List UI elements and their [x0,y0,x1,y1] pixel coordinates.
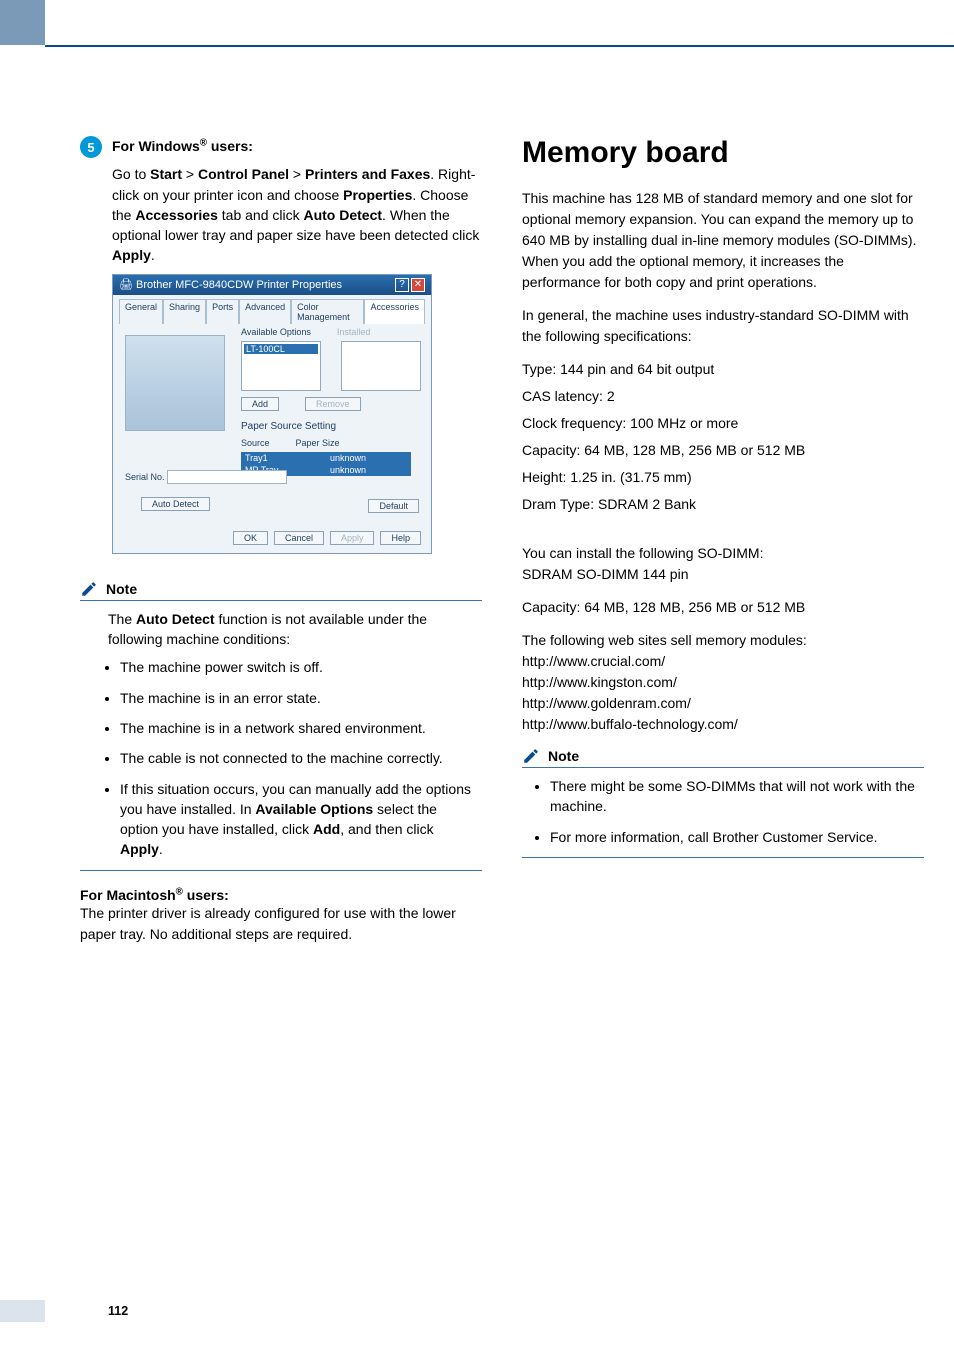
pencil-icon [80,580,98,598]
tab-ports: Ports [206,299,239,324]
mac-users-body: The printer driver is already configured… [80,903,482,945]
left-column: 5 For Windows® users: Go to Start > Cont… [80,136,482,957]
memory-p1: This machine has 128 MB of standard memo… [522,188,924,293]
spec-type: Type: 144 pin and 64 bit output [522,359,924,380]
serial-no-input [167,470,287,484]
auto-detect-button-fig: Auto Detect [141,497,210,511]
url-goldenram[interactable]: http://www.goldenram.com/ [522,693,924,714]
right-note-b2: For more information, call Brother Custo… [550,827,924,847]
note-bullet-4: The cable is not connected to the machin… [120,748,482,768]
spec-height: Height: 1.25 in. (31.75 mm) [522,467,924,488]
printer-image [125,335,225,431]
note-bullet-1: The machine power switch is off. [120,657,482,677]
available-options-list: LT-100CL [241,341,321,391]
mac-users-heading: For Macintosh® users: [80,887,482,904]
ok-button-fig: OK [233,531,268,545]
note-heading-left: Note [80,580,482,601]
note-bullet-3: The machine is in a network shared envir… [120,718,482,738]
right-column: Memory board This machine has 128 MB of … [522,136,924,957]
step-number-5: 5 [80,136,102,158]
figure-title: 🖨 Brother MFC-9840CDW Printer Properties [119,278,342,291]
available-options-label: Available Options [241,327,311,337]
default-button-fig: Default [368,499,419,513]
source-label: Source [241,438,270,448]
windows-users-body: Go to Start > Control Panel > Printers a… [112,164,482,265]
spec-clock: Clock frequency: 100 MHz or more [522,413,924,434]
note-divider-right [522,857,924,858]
note-divider-left [80,870,482,871]
note-bullet-2: The machine is in an error state. [120,688,482,708]
tab-general: General [119,299,163,324]
paper-size-label: Paper Size [296,438,340,448]
note-intro: The Auto Detect function is not availabl… [108,609,482,650]
left-margin-bar [0,0,45,1348]
note-heading-right: Note [522,747,924,768]
tab-sharing: Sharing [163,299,206,324]
url-kingston[interactable]: http://www.kingston.com/ [522,672,924,693]
spec-cap: Capacity: 64 MB, 128 MB, 256 MB or 512 M… [522,440,924,461]
page-number: 112 [108,1304,128,1318]
window-buttons: ?✕ [393,278,425,292]
paper-source-label: Paper Source Setting [241,421,421,432]
install-capacity: Capacity: 64 MB, 128 MB, 256 MB or 512 M… [522,597,924,618]
installed-label: Installed [337,327,371,337]
note-bullet-5: If this situation occurs, you can manual… [120,779,482,860]
spec-cas: CAS latency: 2 [522,386,924,407]
add-button-fig: Add [241,397,279,411]
figure-tabs: General Sharing Ports Advanced Color Man… [113,295,431,324]
page-number-bg [0,1300,45,1322]
url-buffalo[interactable]: http://www.buffalo-technology.com/ [522,714,924,735]
spec-dram: Dram Type: SDRAM 2 Bank [522,494,924,515]
cancel-button-fig: Cancel [274,531,324,545]
memory-p2: In general, the machine uses industry-st… [522,305,924,347]
right-note-b1: There might be some SO-DIMMs that will n… [550,776,924,817]
serial-no-label: Serial No. [125,472,165,482]
remove-button-fig: Remove [305,397,361,411]
url-crucial[interactable]: http://www.crucial.com/ [522,651,924,672]
install-sodimm-1: You can install the following SO-DIMM: [522,543,924,564]
installed-list [341,341,421,391]
websites-intro: The following web sites sell memory modu… [522,630,924,651]
memory-board-heading: Memory board [522,136,924,170]
apply-button-fig: Apply [330,531,375,545]
printer-properties-figure: 🖨 Brother MFC-9840CDW Printer Properties… [112,274,432,554]
help-icon: ? [395,278,409,292]
windows-users-heading: For Windows® users: [112,136,482,156]
pencil-icon [522,747,540,765]
help-button-fig: Help [380,531,421,545]
close-icon: ✕ [411,278,425,292]
header-rule [45,45,954,47]
install-sodimm-2: SDRAM SO-DIMM 144 pin [522,564,924,585]
